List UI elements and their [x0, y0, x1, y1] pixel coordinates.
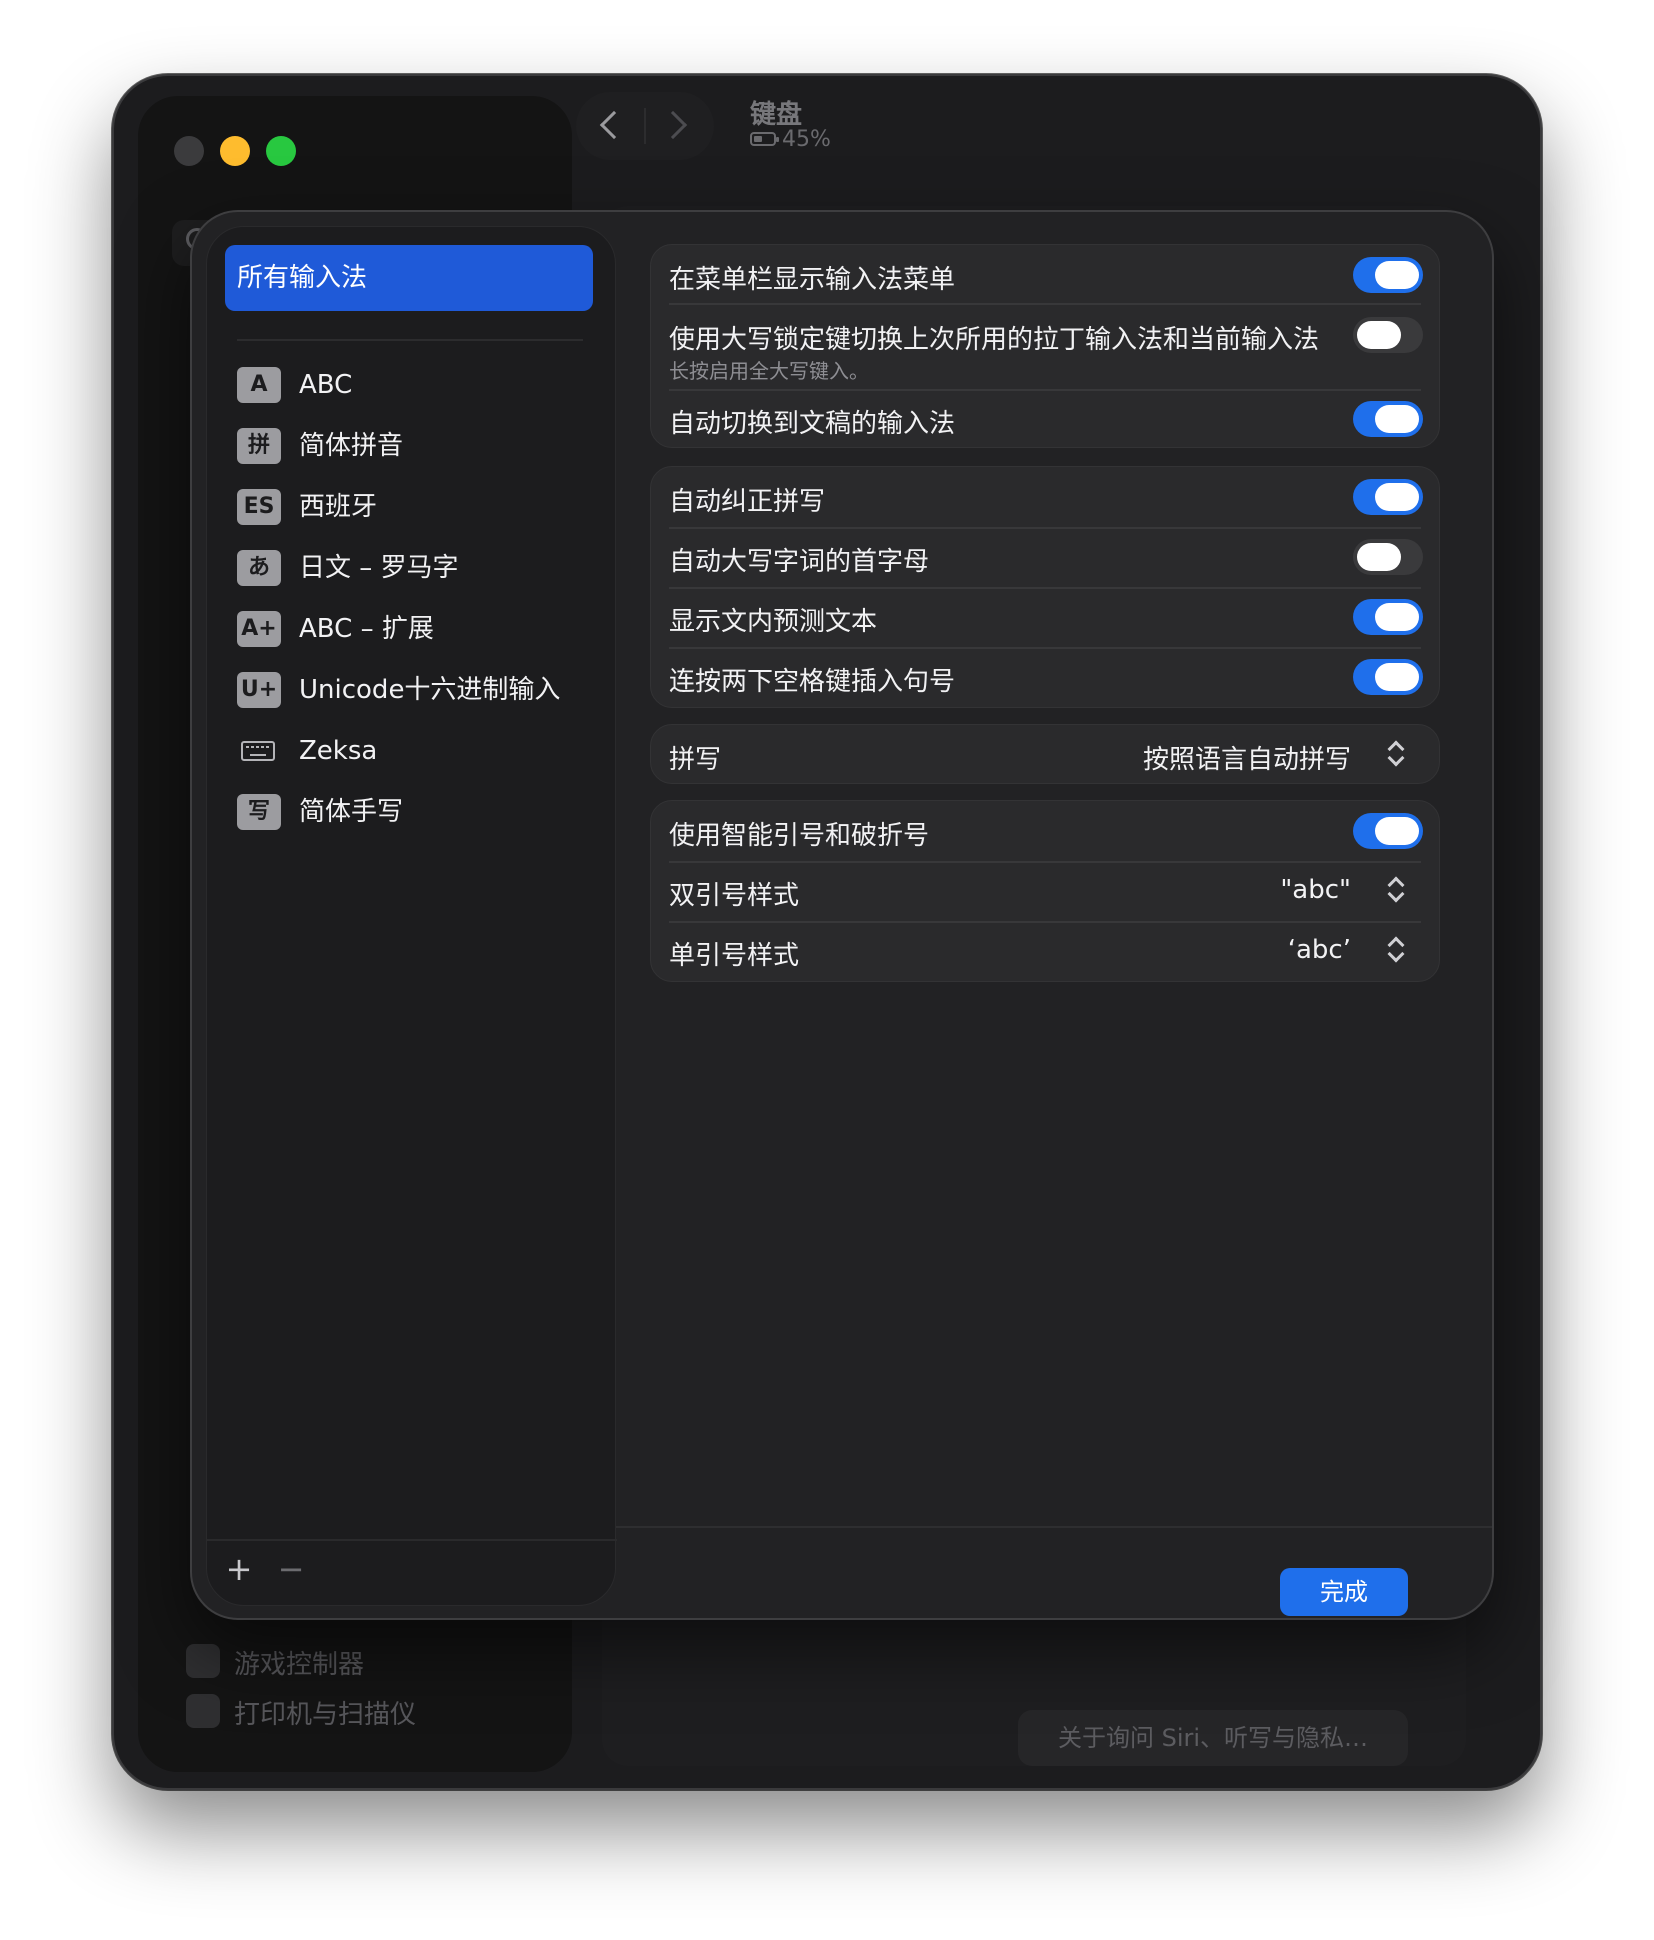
input-source-unicode-hex[interactable]: U+ Unicode十六进制输入 — [237, 664, 597, 718]
show-input-menu-row: 在菜单栏显示输入法菜单 — [651, 245, 1441, 305]
input-source-label: 简体拼音 — [299, 431, 404, 461]
input-source-label: 简体手写 — [299, 797, 404, 827]
show-input-menu-toggle[interactable] — [1353, 257, 1423, 293]
double-space-period-row: 连按两下空格键插入句号 — [651, 647, 1441, 707]
autocorrect-row: 自动纠正拼写 — [651, 467, 1441, 527]
input-source-handwriting[interactable]: 写 简体手写 — [237, 786, 597, 840]
handwriting-icon: 写 — [237, 794, 281, 830]
input-source-pinyin[interactable]: 拼 简体拼音 — [237, 420, 597, 474]
sidebar-item-label: 打印机与扫描仪 — [234, 1700, 417, 1730]
input-source-label: Zeksa — [299, 736, 378, 766]
input-source-label: ABC — [299, 370, 353, 400]
caps-lock-switch-toggle[interactable] — [1353, 317, 1423, 353]
smart-quotes-toggle[interactable] — [1353, 813, 1423, 849]
hiragana-icon: あ — [237, 550, 281, 586]
sheet-footer-divider — [616, 1526, 1492, 1528]
battery-level — [754, 136, 762, 142]
setting-label: 自动切换到文稿的输入法 — [669, 409, 956, 439]
gamepad-icon — [186, 1644, 220, 1678]
input-source-japanese-romaji[interactable]: あ 日文 – 罗马字 — [237, 542, 597, 596]
double-quote-style-row: 双引号样式 "abc" — [651, 861, 1441, 921]
autocorrect-toggle[interactable] — [1353, 479, 1423, 515]
input-sources-sheet: 所有输入法 A ABC 拼 简体拼音 ES 西班牙 あ 日文 – 罗马字 A+ … — [190, 210, 1494, 1620]
navigation-buttons — [576, 92, 714, 160]
input-sources-list: 所有输入法 A ABC 拼 简体拼音 ES 西班牙 あ 日文 – 罗马字 A+ … — [206, 226, 617, 1606]
list-divider — [237, 339, 583, 341]
input-source-label: 日文 – 罗马字 — [299, 553, 459, 583]
setting-description: 长按启用全大写键入。 — [669, 359, 869, 383]
quotes-group: 使用智能引号和破折号 双引号样式 "abc" 单引号样式 ‘abc’ — [650, 800, 1440, 982]
list-footer-divider — [207, 1539, 617, 1541]
screen: 搜 游戏控制器 打印机与扫描仪 键盘 45% — [0, 0, 1654, 1940]
single-quote-popup-value[interactable]: ‘abc’ — [1288, 935, 1351, 965]
unicode-icon: U+ — [237, 672, 281, 708]
predictive-text-row: 显示文内预测文本 — [651, 587, 1441, 647]
setting-label: 使用大写锁定键切换上次所用的拉丁输入法和当前输入法 — [669, 325, 1320, 355]
done-button[interactable]: 完成 — [1280, 1568, 1408, 1616]
input-source-abc[interactable]: A ABC — [237, 359, 597, 413]
battery-icon — [750, 132, 779, 146]
letter-a-icon: A — [237, 367, 281, 403]
forward-button[interactable] — [645, 92, 714, 160]
spelling-popup-value[interactable]: 按照语言自动拼写 — [1143, 739, 1351, 776]
setting-label: 双引号样式 — [669, 881, 800, 911]
sidebar-item-label: 游戏控制器 — [234, 1650, 365, 1680]
all-input-sources-item[interactable]: 所有输入法 — [225, 245, 593, 311]
setting-label: 连按两下空格键插入句号 — [669, 667, 956, 697]
setting-label: 显示文内预测文本 — [669, 607, 878, 637]
zoom-button[interactable] — [266, 136, 296, 166]
setting-label: 自动大写字词的首字母 — [669, 547, 930, 577]
double-quote-chevrons-icon[interactable] — [1381, 873, 1411, 909]
sidebar-item-printers[interactable]: 打印机与扫描仪 — [172, 1684, 562, 1738]
keyboard-icon — [237, 733, 281, 769]
abc-extended-icon: A+ — [237, 611, 281, 647]
predictive-text-toggle[interactable] — [1353, 599, 1423, 635]
setting-label: 单引号样式 — [669, 941, 800, 971]
spelling-group: 拼写 按照语言自动拼写 — [650, 724, 1440, 784]
input-source-label: ABC – 扩展 — [299, 614, 434, 644]
sidebar-item-game-controllers[interactable]: 游戏控制器 — [172, 1634, 562, 1688]
spelling-row: 拼写 按照语言自动拼写 — [651, 725, 1441, 785]
back-button[interactable] — [576, 92, 645, 160]
siri-privacy-button[interactable]: 关于询问 Siri、听写与隐私… — [1018, 1710, 1408, 1766]
single-quote-style-row: 单引号样式 ‘abc’ — [651, 921, 1441, 981]
pinyin-icon: 拼 — [237, 428, 281, 464]
printer-icon — [186, 1694, 220, 1728]
auto-switch-toggle[interactable] — [1353, 401, 1423, 437]
menu-settings-group: 在菜单栏显示输入法菜单 使用大写锁定键切换上次所用的拉丁输入法和当前输入法 长按… — [650, 244, 1440, 448]
minimize-button[interactable] — [220, 136, 250, 166]
setting-label: 拼写 — [669, 745, 722, 775]
text-correction-group: 自动纠正拼写 自动大写字词的首字母 显示文内预测文本 连按两下空格键插入句号 — [650, 466, 1440, 708]
double-quote-popup-value[interactable]: "abc" — [1280, 875, 1351, 905]
spelling-popup-chevrons-icon[interactable] — [1381, 737, 1411, 773]
battery-status: 45% — [750, 126, 831, 152]
chevron-right-icon — [658, 110, 688, 140]
auto-capitalize-row: 自动大写字词的首字母 — [651, 527, 1441, 587]
add-input-source-button[interactable]: + — [219, 1549, 259, 1589]
remove-input-source-button[interactable]: − — [271, 1549, 311, 1589]
setting-label: 自动纠正拼写 — [669, 487, 826, 517]
spanish-icon: ES — [237, 489, 281, 525]
auto-switch-row: 自动切换到文稿的输入法 — [651, 389, 1441, 449]
setting-label: 在菜单栏显示输入法菜单 — [669, 265, 956, 295]
input-source-zeksa[interactable]: Zeksa — [237, 725, 597, 779]
caps-lock-switch-row: 使用大写锁定键切换上次所用的拉丁输入法和当前输入法 长按启用全大写键入。 — [651, 305, 1441, 389]
single-quote-chevrons-icon[interactable] — [1381, 933, 1411, 969]
battery-percentage: 45% — [782, 126, 831, 152]
input-source-spanish[interactable]: ES 西班牙 — [237, 481, 597, 535]
setting-label: 使用智能引号和破折号 — [669, 821, 930, 851]
input-source-label: 西班牙 — [299, 492, 378, 522]
input-source-label: Unicode十六进制输入 — [299, 675, 561, 705]
auto-capitalize-toggle[interactable] — [1353, 539, 1423, 575]
chevron-left-icon — [599, 110, 629, 140]
smart-quotes-row: 使用智能引号和破折号 — [651, 801, 1441, 861]
input-source-abc-extended[interactable]: A+ ABC – 扩展 — [237, 603, 597, 657]
close-button[interactable] — [174, 136, 204, 166]
double-space-period-toggle[interactable] — [1353, 659, 1423, 695]
